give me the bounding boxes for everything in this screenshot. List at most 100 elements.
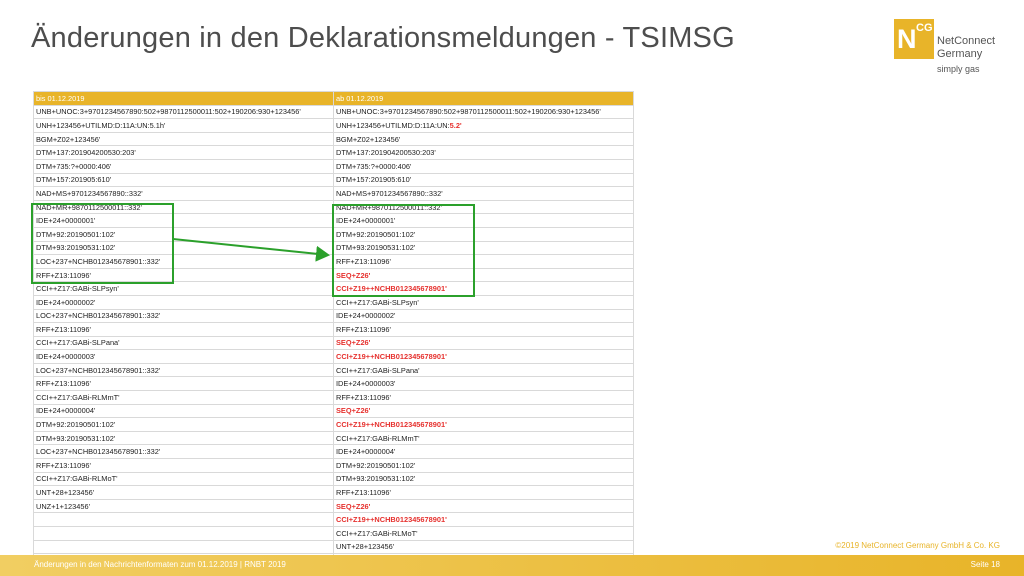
segment-cell-after: RFF+Z13:11096' [333, 390, 634, 405]
segment-text: LOC+237+NCHB012345678901::332' [36, 311, 161, 321]
table-row: CCI++Z17:GABi-SLPsyn' CCI+Z19++NCHB012345… [33, 281, 634, 296]
segment-cell-before: CCI++Z17:GABi-SLPana' [33, 335, 334, 351]
table-row: BGM+Z02+123456' BGM+Z02+123456' [33, 131, 634, 147]
segment-cell-after: UNT+28+123456' [333, 539, 634, 555]
table-row: LOC+237+NCHB012345678901::332' IDE+24+000… [33, 308, 634, 324]
company-logo: N CG NetConnect Germany simply gas [894, 19, 1014, 79]
segment-text: DTM+735:?+0000:406' [336, 161, 412, 171]
changed-segment-text: SEQ+Z26' [336, 501, 371, 511]
table-row: LOC+237+NCHB012345678901::332' IDE+24+000… [33, 444, 634, 460]
segment-text: CCI++Z17:GABi-RLMmT' [36, 392, 120, 402]
table-row: DTM+137:201904200530:203' DTM+137:2019042… [33, 145, 634, 160]
segment-cell-after: IDE+24+0000001' [333, 213, 634, 228]
table-row: RFF+Z13:11096' DTM+92:20190501:102' [33, 458, 634, 473]
segment-cell-after: CCI+Z19++NCHB012345678901' [333, 281, 634, 296]
table-row: UNT+28+123456' RFF+Z13:11096' [33, 485, 634, 500]
changed-segment-text: CCI+Z19++NCHB012345678901' [336, 515, 447, 525]
segment-text: BGM+Z02+123456' [36, 134, 101, 144]
segment-cell-before: NAD+MR+9870112500011::332' [33, 199, 334, 215]
segment-text: BGM+Z02+123456' [336, 134, 401, 144]
segment-text: UNT+28+123456' [36, 488, 95, 498]
segment-cell-after: RFF+Z13:11096' [333, 254, 634, 269]
segment-cell-before: RFF+Z13:11096' [33, 458, 334, 473]
segment-text: DTM+92:20190501:102' [36, 229, 116, 239]
changed-segment-text: SEQ+Z26' [336, 338, 371, 348]
segment-text: CCI++Z17:GABi-RLMoT' [336, 528, 418, 538]
segment-cell-before: DTM+93:20190531:102' [33, 240, 334, 256]
segment-cell-after: CCI++Z17:GABi-SLPsyn' [333, 294, 634, 310]
table-row: NAD+MS+9701234567890::332' NAD+MS+9701234… [33, 186, 634, 201]
segment-text: CCI++Z17:GABi-SLPana' [336, 365, 420, 375]
segment-cell-after: CCI++Z17:GABi-SLPana' [333, 362, 634, 378]
segment-cell-before: NAD+MS+9701234567890::332' [33, 186, 334, 201]
segment-text: NAD+MS+9701234567890::332' [36, 188, 143, 198]
segment-cell-after: CCI++Z17:GABi-RLMmT' [333, 430, 634, 446]
logo-tagline: simply gas [937, 64, 980, 74]
table-row: CCI++Z17:GABi-SLPana' SEQ+Z26' [33, 335, 634, 351]
segment-cell-after: CCI+Z19++NCHB012345678901' [333, 512, 634, 527]
segment-cell-before: IDE+24+0000003' [33, 349, 334, 364]
segment-text: IDE+24+0000002' [336, 311, 396, 321]
segment-cell-before: RFF+Z13:11096' [33, 322, 334, 337]
segment-cell-before: LOC+237+NCHB012345678901::332' [33, 444, 334, 460]
segment-text: IDE+24+0000002' [36, 297, 96, 307]
segment-cell-after: BGM+Z02+123456' [333, 131, 634, 147]
segment-cell-after: CCI+Z19++NCHB012345678901' [333, 417, 634, 432]
logo-mark: N CG [894, 19, 934, 59]
table-row: CCI++Z17:GABi-RLMmT' RFF+Z13:11096' [33, 390, 634, 405]
segment-text: IDE+24+0000003' [36, 352, 96, 362]
segment-text: DTM+93:20190531:102' [36, 243, 116, 253]
segment-text: RFF+Z13:11096' [336, 488, 391, 498]
segment-cell-after: DTM+137:201904200530:203' [333, 145, 634, 160]
logo-name-line1: NetConnect [937, 35, 996, 47]
segment-cell-before: UNB+UNOC:3+9701234567890:502+98701125000… [33, 104, 334, 120]
segment-cell-before: RFF+Z13:11096' [33, 267, 334, 283]
segment-text: NAD+MS+9701234567890::332' [336, 188, 443, 198]
segment-text: LOC+237+NCHB012345678901::332' [36, 256, 161, 266]
segment-cell-after: DTM+735:?+0000:406' [333, 158, 634, 174]
changed-segment-text: SEQ+Z26' [336, 270, 371, 280]
segment-cell-before: DTM+93:20190531:102' [33, 430, 334, 446]
segment-text: DTM+93:20190531:102' [336, 474, 416, 484]
segment-cell-after: UNH+123456+UTILMD:D:11A:UN:5.2' [333, 118, 634, 133]
segment-cell-before: CCI++Z17:GABi-RLMoT' [33, 471, 334, 487]
table-row: RFF+Z13:11096' IDE+24+0000003' [33, 376, 634, 392]
segment-text: UNT+28+123456' [336, 542, 395, 552]
table-row: CCI++Z17:GABi-RLMoT' DTM+93:20190531:102' [33, 471, 634, 487]
segment-text: UNH+123456+UTILMD:D:11A:UN:5.1h' [36, 120, 166, 130]
segment-cell-before: CCI++Z17:GABi-SLPsyn' [33, 281, 334, 296]
slide-title: Änderungen in den Deklarationsmeldungen … [31, 22, 735, 54]
segment-cell-after: DTM+157:201905:610' [333, 172, 634, 188]
table-row: CCI++Z17:GABi-RLMoT' [33, 526, 634, 541]
copyright-text: ©2019 NetConnect Germany GmbH & Co. KG [835, 541, 1000, 550]
segment-cell-before: LOC+237+NCHB012345678901::332' [33, 362, 334, 378]
segment-text: CCI++Z17:GABi-SLPana' [36, 338, 120, 348]
segment-text: UNB+UNOC:3+9701234567890:502+98701125000… [336, 107, 601, 117]
segment-cell-before: BGM+Z02+123456' [33, 131, 334, 147]
segment-cell-after: CCI+Z19++NCHB012345678901' [333, 349, 634, 364]
column-header-after: ab 01.12.2019 [333, 91, 634, 106]
table-row: IDE+24+0000001' IDE+24+0000001' [33, 213, 634, 228]
segment-text: DTM+93:20190531:102' [36, 433, 116, 443]
segment-text: RFF+Z13:11096' [336, 392, 391, 402]
table-row: UNT+28+123456' [33, 539, 634, 555]
segment-text: IDE+24+0000001' [336, 216, 396, 226]
table-row: DTM+93:20190531:102' CCI++Z17:GABi-RLMmT' [33, 430, 634, 446]
segment-text: CCI++Z17:GABi-RLMoT' [36, 474, 118, 484]
segment-cell-after: DTM+93:20190531:102' [333, 471, 634, 487]
table-row: DTM+93:20190531:102' DTM+93:20190531:102' [33, 240, 634, 256]
logo-mark-letter: N [897, 24, 917, 54]
segment-cell-after: SEQ+Z26' [333, 403, 634, 419]
table-header-row: bis 01.12.2019 ab 01.12.2019 [33, 91, 634, 106]
segment-cell-after: DTM+92:20190501:102' [333, 226, 634, 242]
segment-cell-after: DTM+93:20190531:102' [333, 240, 634, 256]
table-row: DTM+92:20190501:102' CCI+Z19++NCHB0123456… [33, 417, 634, 432]
segment-text: NAD+MR+9870112500011::332' [36, 202, 142, 212]
table-row: RFF+Z13:11096' SEQ+Z26' [33, 267, 634, 283]
segment-text: DTM+137:201904200530:203' [36, 148, 136, 158]
table-row: DTM+157:201905:610' DTM+157:201905:610' [33, 172, 634, 188]
segment-text: DTM+137:201904200530:203' [336, 148, 436, 158]
segment-text: RFF+Z13:11096' [36, 270, 91, 280]
changed-segment-text: CCI+Z19++NCHB012345678901' [336, 420, 447, 430]
segment-cell-before: CCI++Z17:GABi-RLMmT' [33, 390, 334, 405]
